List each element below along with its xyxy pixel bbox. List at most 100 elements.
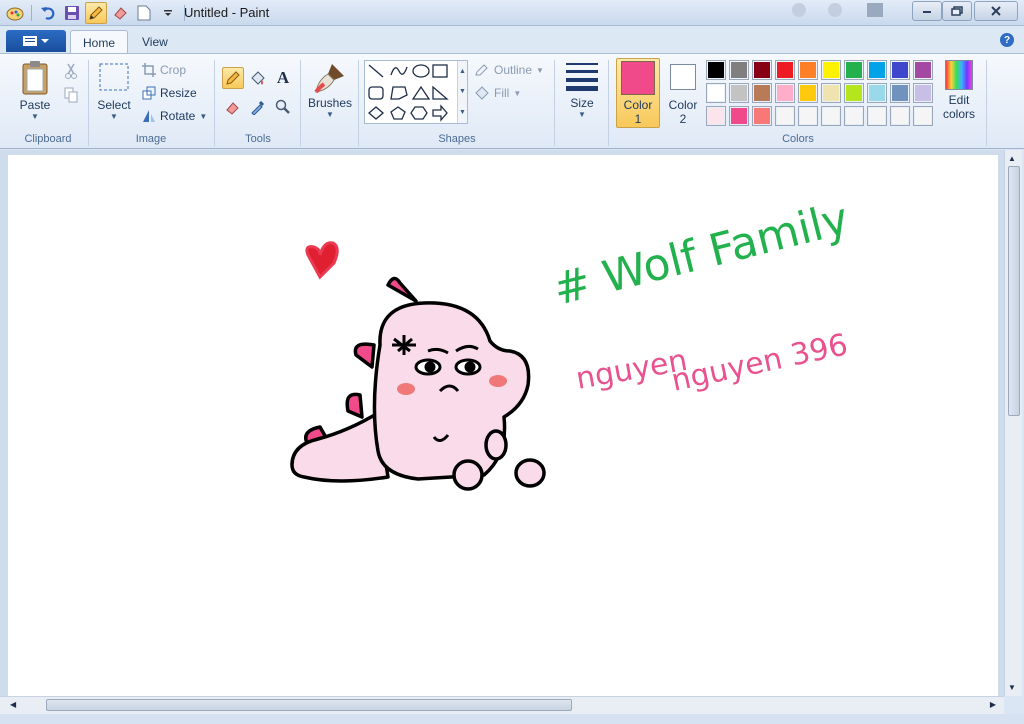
- palette-swatch-color: [823, 62, 839, 78]
- eraser-icon[interactable]: [109, 2, 131, 24]
- color1-button[interactable]: Color 1: [616, 58, 660, 128]
- palette-swatch[interactable]: [729, 60, 749, 80]
- polygon-shape-icon: [390, 86, 408, 100]
- palette-swatch[interactable]: [913, 60, 933, 80]
- brushes-button[interactable]: Brushes ▼: [306, 60, 354, 119]
- save-icon[interactable]: [61, 2, 83, 24]
- crop-button[interactable]: Crop: [142, 60, 186, 80]
- shapes-scroll[interactable]: ▲ ▼ ▼: [457, 61, 467, 123]
- color-spectrum-icon: [945, 60, 973, 90]
- chevron-down-icon: ▼: [578, 110, 586, 119]
- palette-swatch[interactable]: [775, 60, 795, 80]
- palette-swatch-color: [754, 108, 770, 124]
- palette-swatch[interactable]: [706, 83, 726, 103]
- qat-customize-icon[interactable]: [157, 2, 179, 24]
- shapes-gallery[interactable]: ▲ ▼ ▼: [364, 60, 468, 124]
- copy-icon[interactable]: [60, 84, 82, 106]
- palette-swatch[interactable]: [867, 83, 887, 103]
- scroll-down-icon[interactable]: ▼: [1008, 683, 1016, 692]
- size-button[interactable]: Size ▼: [562, 60, 602, 119]
- palette-swatch[interactable]: [752, 60, 772, 80]
- outline-button[interactable]: Outline ▼: [474, 60, 544, 80]
- palette-swatch-color: [800, 85, 816, 101]
- palette-swatch[interactable]: [890, 106, 910, 126]
- new-document-icon[interactable]: [133, 2, 155, 24]
- palette-swatch[interactable]: [706, 106, 726, 126]
- select-button[interactable]: Select ▼: [94, 62, 134, 121]
- tools-group-label: Tools: [245, 133, 271, 145]
- palette-swatch[interactable]: [844, 106, 864, 126]
- minimize-button[interactable]: [912, 1, 942, 21]
- undo-icon[interactable]: [37, 2, 59, 24]
- vertical-scroll-thumb[interactable]: [1008, 166, 1020, 416]
- tab-home[interactable]: Home: [70, 30, 129, 54]
- chevron-down-icon: ▼: [459, 88, 466, 96]
- palette-swatch[interactable]: [913, 106, 933, 126]
- palette-swatch[interactable]: [890, 60, 910, 80]
- close-button[interactable]: [974, 1, 1018, 21]
- palette-swatch[interactable]: [890, 83, 910, 103]
- eraser-tool[interactable]: [222, 96, 244, 118]
- more-shapes-icon: ▼: [459, 109, 466, 117]
- palette-swatch[interactable]: [798, 83, 818, 103]
- palette-swatch[interactable]: [752, 106, 772, 126]
- magnifier-tool[interactable]: [272, 96, 294, 118]
- palette-swatch-color: [754, 85, 770, 101]
- paint-menu-button[interactable]: [6, 30, 66, 52]
- palette-swatch[interactable]: [821, 60, 841, 80]
- tab-view[interactable]: View: [130, 30, 180, 54]
- help-icon[interactable]: ?: [1000, 33, 1014, 47]
- status-bar: [0, 714, 1024, 724]
- palette-swatch[interactable]: [844, 83, 864, 103]
- text-tool[interactable]: A: [272, 67, 294, 89]
- resize-button[interactable]: Resize: [142, 83, 197, 103]
- pink-dinosaur-drawing: [290, 276, 546, 491]
- paste-button[interactable]: Paste ▼: [12, 60, 58, 121]
- edit-colors-label-line2: colors: [942, 107, 975, 121]
- clipboard-icon: [22, 61, 48, 95]
- fill-button[interactable]: Fill ▼: [474, 83, 521, 103]
- palette-swatch[interactable]: [867, 106, 887, 126]
- pencil-tool[interactable]: [222, 67, 244, 89]
- title-bar: Untitled - Paint: [0, 0, 1024, 26]
- palette-swatch[interactable]: [821, 83, 841, 103]
- color-picker-tool[interactable]: [247, 96, 269, 118]
- palette-swatch-color: [915, 62, 931, 78]
- maximize-button[interactable]: [942, 1, 972, 21]
- rotate-button[interactable]: Rotate ▼: [142, 106, 207, 126]
- palette-swatch[interactable]: [798, 60, 818, 80]
- scroll-right-icon[interactable]: ▶: [990, 700, 996, 709]
- palette-swatch[interactable]: [729, 83, 749, 103]
- palette-swatch[interactable]: [729, 106, 749, 126]
- palette-swatch[interactable]: [775, 83, 795, 103]
- select-label: Select: [97, 98, 131, 112]
- pencil-icon: [226, 71, 240, 85]
- palette-swatch-color: [892, 85, 908, 101]
- scroll-left-icon[interactable]: ◀: [10, 700, 16, 709]
- palette-swatch-color: [892, 108, 908, 124]
- vertical-scrollbar[interactable]: ▲ ▼: [1004, 150, 1022, 696]
- palette-swatch[interactable]: [752, 83, 772, 103]
- palette-swatch[interactable]: [821, 106, 841, 126]
- palette-swatch[interactable]: [913, 83, 933, 103]
- pencil-icon[interactable]: [85, 2, 107, 24]
- paint-app-icon[interactable]: [4, 2, 26, 24]
- scroll-up-icon[interactable]: ▲: [1008, 154, 1016, 163]
- cut-icon[interactable]: [60, 60, 82, 82]
- rotate-icon: [143, 110, 155, 122]
- palette-swatch[interactable]: [844, 60, 864, 80]
- color2-button[interactable]: Color 2: [664, 60, 702, 126]
- palette-swatch[interactable]: [867, 60, 887, 80]
- wolf-family-text: # Wolf Family: [548, 193, 853, 316]
- horizontal-scroll-thumb[interactable]: [46, 699, 572, 711]
- palette-swatch-color: [777, 62, 793, 78]
- palette-swatch[interactable]: [706, 60, 726, 80]
- brush-icon: [314, 64, 344, 94]
- palette-swatch[interactable]: [798, 106, 818, 126]
- fill-tool[interactable]: [247, 67, 269, 89]
- horizontal-scrollbar[interactable]: ◀ ▶: [0, 696, 1004, 714]
- palette-swatch[interactable]: [775, 106, 795, 126]
- edit-colors-button[interactable]: Edit colors: [940, 60, 978, 121]
- drawing-canvas[interactable]: # Wolf Family nguyen nguyen 396: [8, 155, 998, 696]
- palette-swatch-color: [846, 108, 862, 124]
